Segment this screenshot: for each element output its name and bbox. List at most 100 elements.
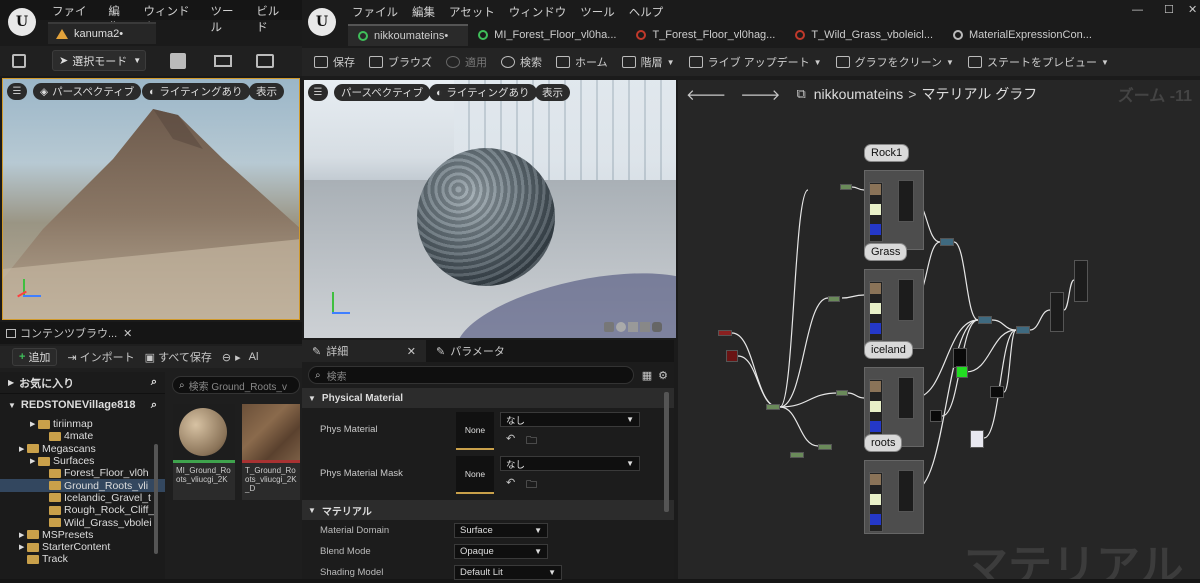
close-window-icon[interactable]: ✕: [1188, 3, 1197, 16]
folder-tree-item[interactable]: Wild_Grass_vbolei: [0, 516, 165, 529]
folder-tree-item[interactable]: 4mate: [0, 430, 165, 442]
multiply-node[interactable]: [898, 279, 914, 321]
details-scrollbar[interactable]: [664, 392, 669, 512]
save-icon[interactable]: [12, 54, 26, 68]
project-header[interactable]: ▼ REDSTONEVillage818 ⌕: [0, 394, 165, 416]
save-button[interactable]: 保存: [314, 54, 355, 70]
menu-tools[interactable]: ツール: [580, 4, 615, 20]
plane-icon[interactable]: [628, 322, 638, 332]
comment-bubble[interactable]: Grass: [864, 243, 908, 261]
reset-arrow-icon[interactable]: ↶: [506, 432, 515, 445]
expand-arrow-icon[interactable]: ▶: [30, 420, 38, 428]
lerp-node[interactable]: [978, 316, 992, 324]
mesh-icon[interactable]: [652, 322, 662, 332]
output-node[interactable]: [1074, 260, 1088, 302]
cylinder-icon[interactable]: [604, 322, 614, 332]
favorites-header[interactable]: ▶ お気に入り ⌕: [0, 372, 165, 394]
multiply-node[interactable]: [898, 377, 914, 419]
phys-material-mask-picker[interactable]: なし ▼: [500, 456, 640, 471]
lighting-button[interactable]: ◐ ライティングあり: [142, 83, 250, 100]
param-node[interactable]: [790, 452, 804, 458]
path-label[interactable]: Al: [249, 351, 259, 363]
editor-tab[interactable]: T_Forest_Floor_vl0hag...: [626, 24, 785, 46]
parameters-tab[interactable]: ✎ パラメータ: [426, 340, 515, 362]
folder-tree-item[interactable]: Rough_Rock_Cliff_: [0, 504, 165, 516]
multiply-node[interactable]: [898, 470, 914, 512]
table-view-icon[interactable]: ▦: [642, 369, 652, 382]
browse-folder-icon[interactable]: 🗀: [526, 476, 537, 495]
search-icon[interactable]: ⌕: [151, 376, 157, 389]
save-all-button[interactable]: ▣ すべて保存: [145, 349, 212, 365]
mask-node[interactable]: [953, 348, 967, 368]
physical-material-section[interactable]: ▼ Physical Material: [302, 388, 674, 408]
add-actor-icon[interactable]: [170, 53, 186, 69]
phys-material-picker[interactable]: なし ▼: [500, 412, 640, 427]
folder-tree-item[interactable]: Ground_Roots_vli: [0, 479, 165, 492]
menu-edit[interactable]: 編集: [412, 4, 435, 20]
multiply-node[interactable]: [898, 180, 914, 222]
asset-search-input[interactable]: ⌕ 検索 Ground_Roots_v: [172, 376, 300, 394]
expand-arrow-icon[interactable]: ▶: [19, 445, 27, 453]
apply-button[interactable]: 適用: [446, 54, 487, 70]
details-search-input[interactable]: ⌕ 検索: [308, 366, 634, 384]
constant-node[interactable]: [990, 386, 1004, 398]
param-node[interactable]: [818, 444, 832, 450]
import-button[interactable]: ⇥ インポート: [67, 349, 134, 365]
live-update-button[interactable]: ライブ アップデート ▼: [688, 54, 822, 70]
constant-node[interactable]: [726, 350, 738, 362]
folder-tree-item[interactable]: Icelandic_Gravel_t: [0, 492, 165, 504]
comment-bubble[interactable]: roots: [864, 434, 903, 452]
editor-tab[interactable]: MaterialExpressionCon...: [943, 24, 1102, 46]
comment-bubble[interactable]: iceland: [864, 341, 913, 359]
maximize-icon[interactable]: ☐: [1164, 3, 1174, 16]
details-tab[interactable]: ✎ 詳細 ✕: [302, 340, 426, 362]
folder-tree-item[interactable]: Forest_Floor_vl0h: [0, 467, 165, 479]
expand-arrow-icon[interactable]: ▶: [19, 543, 27, 551]
asset-tile[interactable]: T_Ground_Roots_vliucgi_2K_D: [242, 404, 300, 500]
param-node[interactable]: [836, 390, 848, 396]
tree-scrollbar[interactable]: [154, 444, 158, 554]
cube-icon[interactable]: [640, 322, 650, 332]
browse-button[interactable]: ブラウズ: [369, 54, 432, 70]
constant-node[interactable]: [930, 410, 942, 422]
folder-tree-item[interactable]: ▶ tiriinmap: [0, 418, 165, 430]
folder-tree-item[interactable]: ▶ Megascans: [0, 443, 165, 455]
blueprint-icon[interactable]: [214, 55, 232, 67]
folder-tree-item[interactable]: Track: [0, 553, 165, 565]
show-button[interactable]: 表示: [249, 83, 284, 100]
menu-help[interactable]: ヘルプ: [629, 4, 664, 20]
level-tab[interactable]: kanuma2•: [48, 22, 156, 44]
material-preview-viewport[interactable]: ☰ パースペクティブ ◐ ライティングあり 表示: [304, 80, 676, 338]
preview-shape-buttons[interactable]: [604, 322, 662, 332]
param-node[interactable]: [840, 184, 852, 190]
editor-tab[interactable]: nikkoumateins•: [348, 24, 469, 46]
material-domain-dropdown[interactable]: Surface ▼: [454, 523, 548, 538]
constant-node[interactable]: [718, 330, 732, 336]
param-node[interactable]: [766, 404, 780, 410]
color-constant-node[interactable]: [956, 366, 968, 378]
search-icon[interactable]: ⌕: [151, 399, 157, 412]
param-node[interactable]: [828, 296, 840, 302]
gear-icon[interactable]: ⚙: [658, 369, 668, 382]
constant-node[interactable]: [970, 430, 984, 448]
add-button[interactable]: + 追加: [12, 348, 58, 366]
hierarchy-button[interactable]: 階層 ▼: [621, 54, 675, 70]
home-button[interactable]: ホーム: [556, 54, 608, 70]
blend-mode-dropdown[interactable]: Opaque ▼: [454, 544, 548, 559]
lerp-node[interactable]: [940, 238, 954, 246]
close-icon[interactable]: ✕: [407, 345, 416, 358]
editor-tab[interactable]: MI_Forest_Floor_vl0ha...: [468, 24, 626, 46]
expand-arrow-icon[interactable]: ▶: [30, 457, 38, 465]
back-icon[interactable]: ⊖: [222, 351, 231, 364]
asset-tile[interactable]: MI_Ground_Roots_vliucgi_2K: [173, 404, 235, 500]
sphere-icon[interactable]: [616, 322, 626, 332]
level-viewport[interactable]: ☰ ◈ パースペクティブ ◐ ライティングあり 表示: [2, 78, 300, 320]
folder-icon[interactable]: ▸: [235, 351, 241, 364]
perspective-button[interactable]: パースペクティブ: [334, 84, 431, 101]
content-browser-tab-label[interactable]: コンテンツブラウ...: [20, 325, 117, 341]
close-icon[interactable]: ✕: [123, 327, 132, 340]
folder-tree-item[interactable]: ▶ StarterContent: [0, 541, 165, 553]
unreal-logo-icon[interactable]: U: [8, 8, 36, 36]
browse-folder-icon[interactable]: 🗀: [526, 432, 537, 451]
viewport-menu-icon[interactable]: ☰: [308, 84, 328, 101]
